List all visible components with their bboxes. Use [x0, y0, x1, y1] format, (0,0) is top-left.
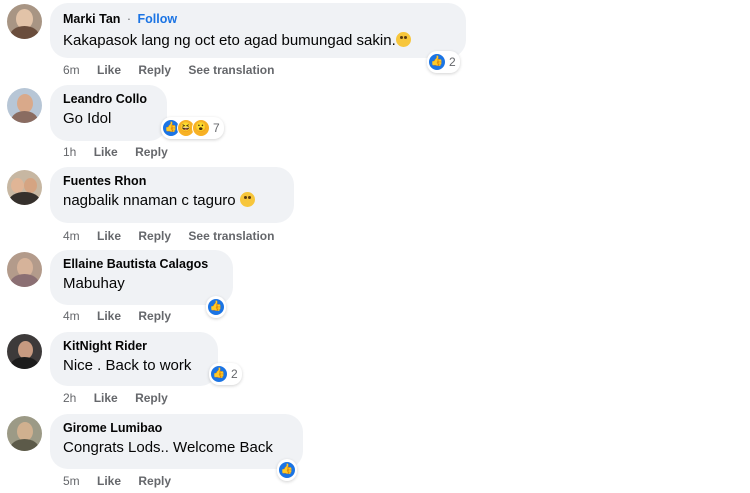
- like-button[interactable]: Like: [94, 145, 118, 159]
- wow-reaction-icon: 😮: [192, 119, 210, 137]
- comment-text: Congrats Lods.. Welcome Back: [63, 439, 273, 456]
- like-thumb-icon: 👍: [210, 365, 228, 383]
- comment-author[interactable]: Leandro Collo: [63, 92, 155, 106]
- like-button[interactable]: Like: [97, 474, 121, 488]
- like-button[interactable]: Like: [97, 229, 121, 243]
- reaction-count: 7: [213, 121, 220, 135]
- separator-dot: ·: [126, 12, 132, 26]
- comment-time[interactable]: 4m: [63, 229, 80, 243]
- sad-face-emoji-icon: [395, 32, 411, 47]
- like-button[interactable]: Like: [94, 391, 118, 405]
- reply-button[interactable]: Reply: [138, 63, 171, 77]
- like-thumb-icon: 👍: [278, 461, 296, 479]
- avatar[interactable]: [7, 416, 42, 451]
- comment-bubble: Fuentes Rhon nagbalik nnaman c taguro: [50, 167, 294, 223]
- comment-bubble: KitNight Rider Nice . Back to work: [50, 332, 218, 386]
- comment-actions: 4m Like Reply: [63, 309, 185, 323]
- comment-bubble: Marki Tan · Follow Kakapasok lang ng oct…: [50, 3, 466, 58]
- see-translation-link[interactable]: See translation: [188, 229, 274, 243]
- reaction-count: 2: [231, 367, 238, 381]
- comment-text: Kakapasok lang ng oct eto agad bumungad …: [63, 32, 454, 49]
- avatar[interactable]: [7, 252, 42, 287]
- reply-button[interactable]: Reply: [135, 145, 168, 159]
- comment-time[interactable]: 5m: [63, 474, 80, 488]
- comment-author[interactable]: Fuentes Rhon: [63, 174, 282, 188]
- reaction-summary[interactable]: 👍 2: [427, 51, 460, 73]
- laughing-emoji-icon: [239, 192, 255, 207]
- comment-author[interactable]: KitNight Rider: [63, 339, 206, 353]
- comment-time[interactable]: 6m: [63, 63, 80, 77]
- comment-time[interactable]: 2h: [63, 391, 76, 405]
- comment-author[interactable]: Ellaine Bautista Calagos: [63, 257, 221, 271]
- comment-text: nagbalik nnaman c taguro: [63, 192, 282, 209]
- comment-actions: 1h Like Reply: [63, 145, 182, 159]
- see-translation-link[interactable]: See translation: [188, 63, 274, 77]
- follow-button[interactable]: Follow: [138, 12, 178, 26]
- reaction-summary[interactable]: 👍: [206, 296, 226, 318]
- comment-actions: 4m Like Reply See translation: [63, 229, 288, 243]
- reply-button[interactable]: Reply: [138, 309, 171, 323]
- like-button[interactable]: Like: [97, 309, 121, 323]
- comment-bubble: Ellaine Bautista Calagos Mabuhay: [50, 250, 233, 305]
- comment-text-content: Kakapasok lang ng oct eto agad bumungad …: [63, 32, 396, 49]
- reply-button[interactable]: Reply: [138, 474, 171, 488]
- like-button[interactable]: Like: [97, 63, 121, 77]
- reaction-count: 2: [449, 55, 456, 69]
- reply-button[interactable]: Reply: [138, 229, 171, 243]
- avatar[interactable]: [7, 170, 42, 205]
- comment-bubble: Girome Lumibao Congrats Lods.. Welcome B…: [50, 414, 303, 469]
- comment-time[interactable]: 1h: [63, 145, 76, 159]
- like-thumb-icon: 👍: [428, 53, 446, 71]
- comment-text-content: nagbalik nnaman c taguro: [63, 192, 236, 209]
- reaction-summary[interactable]: 👍 😆 😮 7: [161, 117, 224, 139]
- comment-time[interactable]: 4m: [63, 309, 80, 323]
- comment-actions: 5m Like Reply: [63, 474, 185, 488]
- comment-author[interactable]: Girome Lumibao: [63, 421, 291, 435]
- comment-actions: 2h Like Reply: [63, 391, 182, 405]
- avatar[interactable]: [7, 334, 42, 369]
- comment-bubble: Leandro Collo Go Idol: [50, 85, 167, 141]
- comment-text: Go Idol: [63, 110, 112, 127]
- avatar[interactable]: [7, 4, 42, 39]
- reaction-summary[interactable]: 👍 2: [209, 363, 242, 385]
- comment-text: Nice . Back to work: [63, 357, 192, 374]
- like-thumb-icon: 👍: [207, 298, 225, 316]
- reply-button[interactable]: Reply: [135, 391, 168, 405]
- comment-text: Mabuhay: [63, 275, 125, 292]
- reaction-summary[interactable]: 👍: [277, 459, 297, 481]
- comment-author[interactable]: Marki Tan: [63, 12, 120, 26]
- avatar[interactable]: [7, 88, 42, 123]
- comment-actions: 6m Like Reply See translation: [63, 63, 288, 77]
